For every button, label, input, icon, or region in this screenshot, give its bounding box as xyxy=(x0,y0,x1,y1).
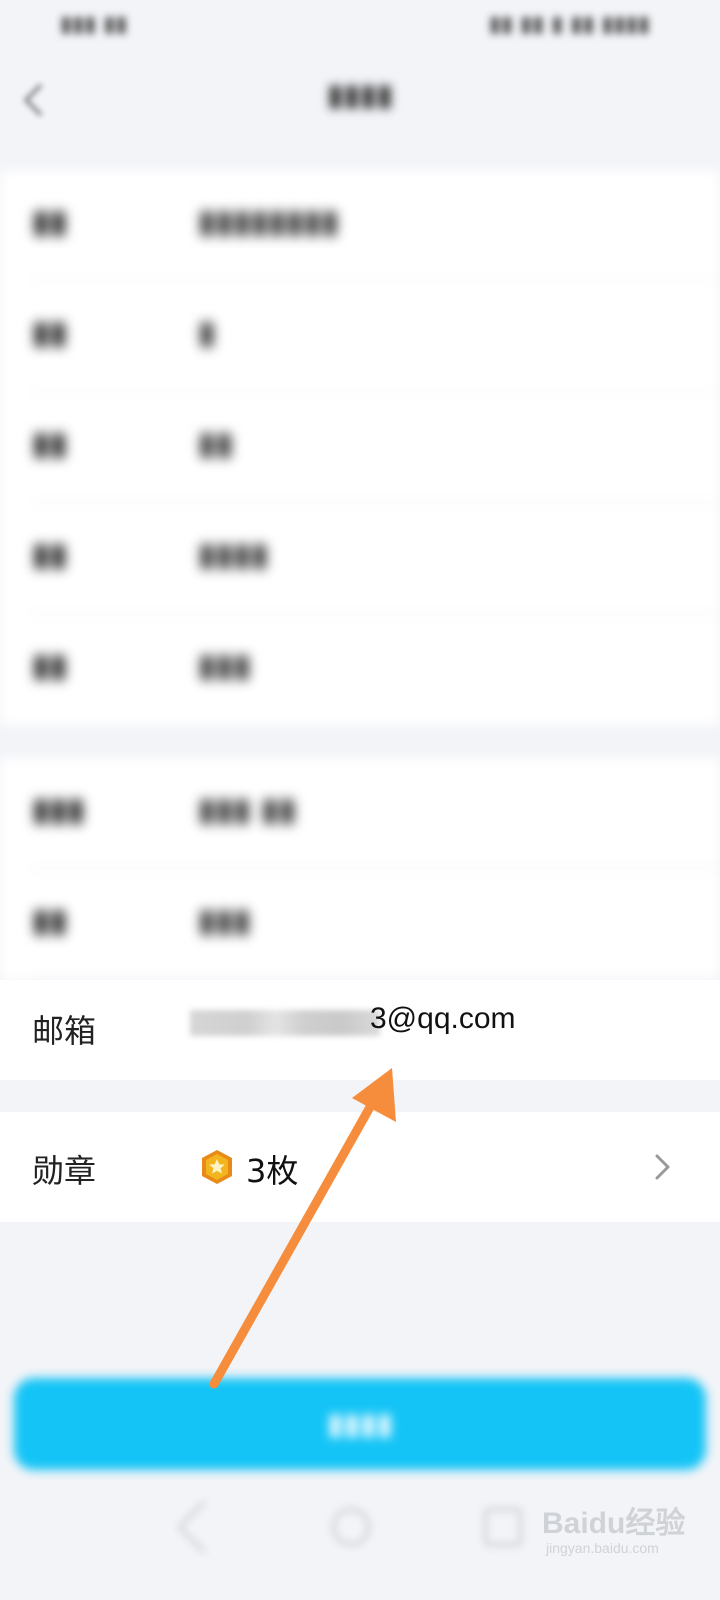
row-value: ▮ xyxy=(198,313,216,351)
row-value: ▮▮▮ xyxy=(198,646,251,684)
system-recents-icon[interactable] xyxy=(484,1508,522,1546)
medal-icon xyxy=(202,1150,232,1184)
profile-row[interactable]: ▮▮ ▮▮▮▮ xyxy=(0,503,720,614)
profile-row[interactable]: ▮▮ ▮▮▮ xyxy=(0,614,720,725)
email-redaction xyxy=(190,1010,380,1036)
watermark: Baidu经验 jingyan.baidu.com xyxy=(540,1492,720,1572)
row-label: ▮▮ xyxy=(32,313,68,351)
row-value: ▮▮▮ xyxy=(198,901,251,939)
profile-group-extra: ▮▮▮ ▮▮▮ ▮▮ ▮▮ ▮▮▮ xyxy=(0,758,720,980)
email-row[interactable]: 邮箱 3@qq.com xyxy=(0,980,720,1080)
badge-count: 3枚 xyxy=(246,1152,299,1190)
row-label: ▮▮▮ xyxy=(32,790,85,828)
edit-profile-button[interactable]: ▮▮▮▮ xyxy=(14,1378,706,1470)
row-value: ▮▮▮ ▮▮ xyxy=(198,790,297,828)
profile-row[interactable]: ▮▮ ▮▮▮▮▮▮▮▮ xyxy=(0,170,720,281)
row-value: ▮▮ xyxy=(198,424,234,462)
profile-row[interactable]: ▮▮ ▮ xyxy=(0,281,720,392)
row-label: ▮▮ xyxy=(32,535,68,573)
row-value: ▮▮▮▮ xyxy=(198,535,269,573)
email-label: 邮箱 xyxy=(32,1012,97,1050)
nav-bar: ▮▮▮▮ xyxy=(0,52,720,168)
watermark-url: jingyan.baidu.com xyxy=(546,1540,659,1556)
profile-row[interactable]: ▮▮ ▮▮▮ xyxy=(0,869,720,980)
row-label: ▮▮ xyxy=(32,646,68,684)
chevron-right-icon xyxy=(655,1154,670,1180)
profile-group-basic: ▮▮ ▮▮▮▮▮▮▮▮ ▮▮ ▮ ▮▮ ▮▮ ▮▮ ▮▮▮▮ ▮▮ ▮▮▮ xyxy=(0,170,720,725)
row-label: ▮▮ xyxy=(32,901,68,939)
email-value: 3@qq.com xyxy=(190,1002,530,1046)
page-title: ▮▮▮▮ xyxy=(326,78,394,113)
email-visible-text: 3@qq.com xyxy=(370,1002,516,1035)
row-label: ▮▮ xyxy=(32,202,68,240)
badge-label: 勋章 xyxy=(32,1152,97,1190)
row-value: ▮▮▮▮▮▮▮▮ xyxy=(198,202,339,240)
status-bar: ▮▮▮ ▮▮ ▮▮ ▮▮ ▮ ▮▮ ▮▮▮▮ xyxy=(0,0,720,52)
system-back-icon[interactable] xyxy=(177,1500,231,1554)
profile-row[interactable]: ▮▮▮ ▮▮▮ ▮▮ xyxy=(0,758,720,869)
status-left: ▮▮▮ ▮▮ xyxy=(60,12,128,37)
status-right: ▮▮ ▮▮ ▮ ▮▮ ▮▮▮▮ xyxy=(488,12,650,37)
badge-row[interactable]: 勋章 3枚 xyxy=(0,1112,720,1222)
watermark-logo: Baidu经验 xyxy=(542,1507,686,1540)
system-home-icon[interactable] xyxy=(332,1508,370,1546)
profile-row[interactable]: ▮▮ ▮▮ xyxy=(0,392,720,503)
row-label: ▮▮ xyxy=(32,424,68,462)
